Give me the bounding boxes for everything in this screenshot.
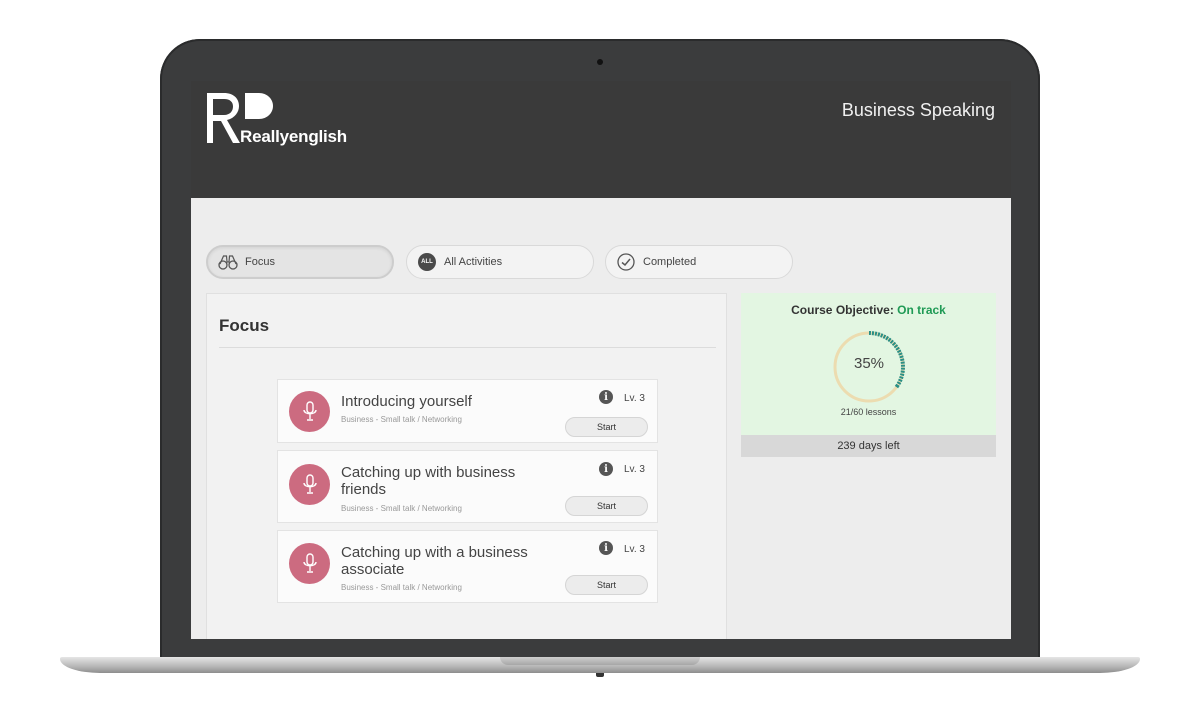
microphone-icon [289, 391, 330, 432]
start-button[interactable]: Start [565, 417, 648, 437]
laptop-notch [500, 657, 700, 665]
tab-focus-label: Focus [245, 256, 275, 268]
microphone-icon [289, 464, 330, 505]
start-button[interactable]: Start [565, 496, 648, 516]
activity-title: Catching up with a business associate [341, 544, 528, 578]
binoculars-icon [218, 252, 238, 272]
level-label: Lv. 3 [624, 464, 645, 475]
all-badge-icon: ALL [418, 253, 436, 271]
activity-meta: Business - Small talk / Networking [341, 504, 462, 513]
activity-card[interactable]: Catching up with business friends Busine… [277, 450, 658, 523]
check-circle-icon [616, 252, 636, 272]
course-objective-panel: Course Objective: On track 35% 21/60 les… [741, 293, 996, 457]
info-icon[interactable]: i [599, 541, 613, 555]
app-header: Reallyenglish Business Speaking [191, 81, 1011, 198]
activity-card[interactable]: Introducing yourself Business - Small ta… [277, 379, 658, 443]
activity-meta: Business - Small talk / Networking [341, 415, 462, 424]
activity-title: Catching up with business friends [341, 464, 516, 498]
tab-all-activities[interactable]: ALL All Activities [406, 245, 594, 279]
divider [219, 347, 716, 348]
focus-heading: Focus [219, 316, 270, 335]
tab-focus[interactable]: Focus [206, 245, 394, 279]
progress-percent: 35% [853, 355, 885, 372]
laptop-foot [596, 673, 604, 677]
objective-title: Course Objective: On track [791, 303, 946, 317]
days-left: 239 days left [741, 435, 996, 457]
start-button[interactable]: Start [565, 575, 648, 595]
microphone-icon [289, 543, 330, 584]
info-icon[interactable]: i [599, 390, 613, 404]
focus-panel: Focus Introducing yourself Business - Sm… [206, 293, 727, 639]
activity-title: Introducing yourself [341, 393, 472, 410]
brand-name: Reallyenglish [240, 127, 347, 146]
webcam-icon [597, 59, 603, 65]
tab-completed[interactable]: Completed [605, 245, 793, 279]
lessons-count: 21/60 lessons [840, 407, 897, 417]
objective-status: On track [897, 303, 946, 317]
app-screen: Reallyenglish Business Speaking Focus AL… [191, 81, 1011, 639]
activity-card[interactable]: Catching up with a business associate Bu… [277, 530, 658, 603]
level-label: Lv. 3 [624, 393, 645, 404]
tab-all-activities-label: All Activities [444, 256, 503, 268]
activity-meta: Business - Small talk / Networking [341, 583, 462, 592]
tab-completed-label: Completed [643, 256, 697, 268]
info-icon[interactable]: i [599, 462, 613, 476]
level-label: Lv. 3 [624, 544, 645, 555]
course-title: Business Speaking [841, 100, 995, 120]
